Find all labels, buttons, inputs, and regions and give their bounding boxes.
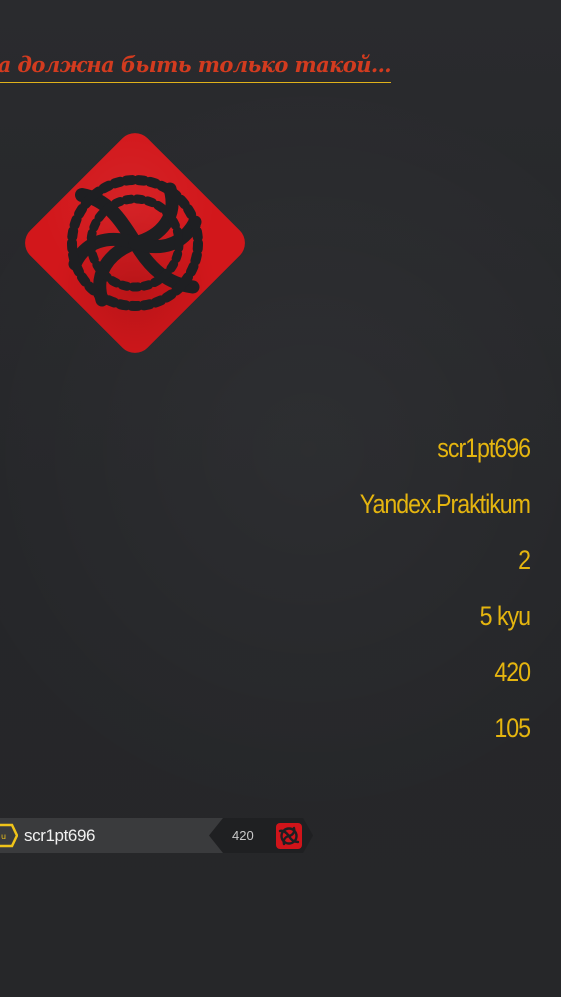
user-badge[interactable]: u scr1pt696 420: [0, 818, 313, 853]
profile-stats: scr1pt696 Yandex.Praktikum 2 5 kyu 420 1…: [210, 430, 531, 766]
user-badge-username: scr1pt696: [24, 826, 96, 845]
profile-quote-text: Война должна быть только такой...: [0, 52, 391, 77]
profile-username: scr1pt696: [437, 433, 531, 463]
profile-rank: 5 kyu: [479, 601, 531, 631]
hexagon-icon: u: [0, 823, 18, 848]
swirl-diamond-icon: [67, 175, 203, 311]
profile-honor: 420: [494, 657, 531, 687]
profile-leaderboard-position: 2: [518, 545, 531, 575]
profile-quote-link[interactable]: Война должна быть только такой...: [0, 50, 391, 83]
swirl-square-icon: [276, 823, 302, 849]
user-badge-honor: 420: [232, 828, 254, 843]
avatar: [17, 125, 253, 361]
profile-completed-kata: 105: [494, 713, 531, 743]
svg-text:u: u: [1, 832, 6, 841]
profile-clan: Yandex.Praktikum: [359, 489, 531, 519]
